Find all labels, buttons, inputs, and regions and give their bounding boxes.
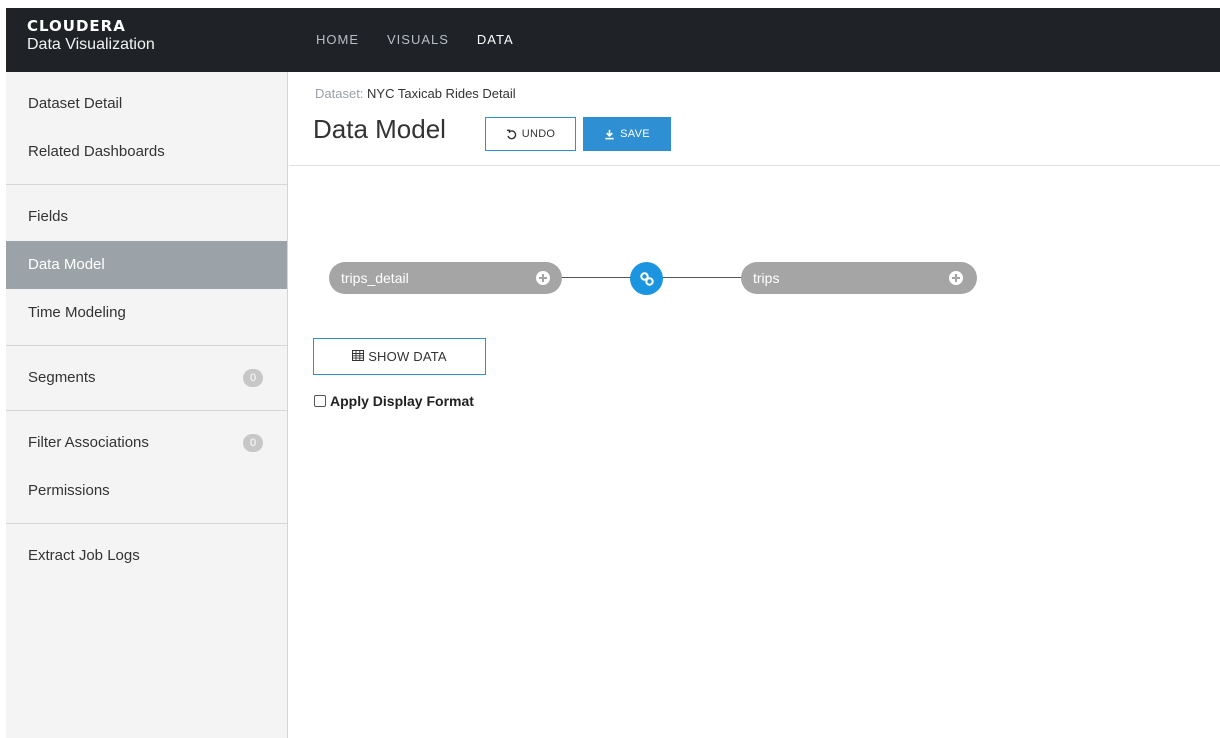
page-title: Data Model	[313, 114, 446, 144]
table-icon	[352, 349, 365, 364]
save-button[interactable]: SAVE	[583, 117, 671, 151]
top-bar: CLOUDERA Data Visualization HOME VISUALS…	[6, 8, 1220, 75]
sidebar-item-label: Data Model	[28, 256, 105, 273]
apply-display-format-checkbox[interactable]	[314, 395, 326, 407]
sidebar-item-label: Time Modeling	[28, 304, 126, 321]
sidebar-item-label: Segments	[28, 369, 96, 386]
show-data-button[interactable]: SHOW DATA	[313, 338, 486, 375]
sidebar-item-time-modeling[interactable]: Time Modeling	[6, 289, 287, 337]
undo-button[interactable]: UNDO	[485, 117, 576, 151]
apply-display-format-label[interactable]: Apply Display Format	[330, 393, 474, 409]
nav-visuals[interactable]: VISUALS	[373, 8, 463, 72]
sidebar-item-label: Dataset Detail	[28, 95, 123, 112]
sidebar-item-filter-associations[interactable]: Filter Associations 0	[6, 419, 287, 467]
sidebar-group-segments: Segments 0	[6, 346, 287, 411]
sidebar-item-label: Fields	[28, 208, 69, 225]
app-window: CLOUDERA Data Visualization HOME VISUALS…	[6, 8, 1220, 738]
sidebar-item-permissions[interactable]: Permissions	[6, 467, 287, 515]
sidebar-item-label: Permissions	[28, 482, 110, 499]
add-join-plus-icon[interactable]	[536, 271, 550, 285]
save-label: SAVE	[620, 128, 650, 140]
segments-count-badge: 0	[243, 369, 263, 387]
data-model-diagram: trips_detail trips	[289, 166, 1220, 366]
table-pill-left[interactable]: trips_detail	[329, 262, 562, 294]
breadcrumb-dataset-name[interactable]: NYC Taxicab Rides Detail	[367, 86, 516, 101]
sidebar-item-related-dashboards[interactable]: Related Dashboards	[6, 128, 287, 176]
apply-display-format: Apply Display Format	[314, 393, 474, 409]
brand-name: CLOUDERA	[27, 17, 126, 35]
table-name: trips	[753, 270, 780, 286]
join-link-icon[interactable]	[630, 262, 663, 295]
sidebar-item-segments[interactable]: Segments 0	[6, 354, 287, 402]
sidebar-group-model: Fields Data Model Time Modeling	[6, 185, 287, 346]
filter-associations-count-badge: 0	[243, 434, 263, 452]
sidebar-item-label: Related Dashboards	[28, 143, 165, 160]
brand-logo[interactable]: CLOUDERA Data Visualization	[27, 17, 155, 55]
sidebar-item-dataset-detail[interactable]: Dataset Detail	[6, 80, 287, 128]
sidebar: Dataset Detail Related Dashboards Fields…	[6, 72, 288, 738]
sidebar-group-access: Filter Associations 0 Permissions	[6, 411, 287, 524]
download-icon	[604, 129, 615, 140]
sidebar-item-label: Filter Associations	[28, 434, 149, 451]
page-header: Dataset: NYC Taxicab Rides Detail Data M…	[289, 72, 1220, 166]
sidebar-item-fields[interactable]: Fields	[6, 193, 287, 241]
sidebar-item-label: Extract Job Logs	[28, 547, 140, 564]
brand-product: Data Visualization	[27, 36, 155, 53]
main-nav: HOME VISUALS DATA	[302, 8, 528, 75]
join-line-right	[662, 277, 742, 278]
sidebar-item-data-model[interactable]: Data Model	[6, 241, 287, 289]
join-line-left	[559, 277, 631, 278]
add-join-plus-icon[interactable]	[949, 271, 963, 285]
nav-home[interactable]: HOME	[302, 8, 373, 72]
sidebar-group-logs: Extract Job Logs	[6, 524, 287, 588]
show-data-label: SHOW DATA	[368, 349, 447, 364]
undo-icon	[506, 129, 517, 140]
undo-label: UNDO	[521, 128, 556, 140]
main-content: Dataset: NYC Taxicab Rides Detail Data M…	[289, 72, 1220, 738]
breadcrumb-label: Dataset:	[315, 86, 364, 101]
table-pill-right[interactable]: trips	[741, 262, 977, 294]
table-name: trips_detail	[341, 270, 409, 286]
breadcrumb: Dataset: NYC Taxicab Rides Detail	[315, 86, 516, 101]
nav-data[interactable]: DATA	[462, 8, 528, 75]
sidebar-item-extract-job-logs[interactable]: Extract Job Logs	[6, 532, 287, 580]
sidebar-group-dataset: Dataset Detail Related Dashboards	[6, 72, 287, 185]
